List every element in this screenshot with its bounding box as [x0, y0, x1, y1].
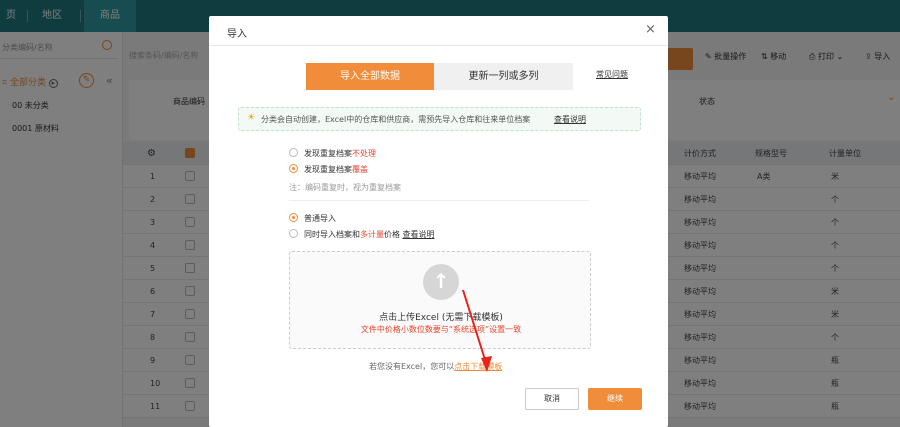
no-excel-text: 若您没有Excel，您可以 — [369, 362, 455, 371]
option-text: 发现重复档案 — [304, 165, 352, 174]
continue-button[interactable]: 继续 — [588, 388, 642, 410]
radio-normal-import[interactable] — [289, 213, 298, 222]
option-text: 价格 — [384, 230, 400, 239]
upload-arrow-icon: ↑ — [423, 264, 459, 300]
radio-multi-unit-import[interactable] — [289, 229, 298, 238]
dialog-title: 导入 — [227, 29, 247, 40]
close-icon[interactable]: × — [645, 22, 656, 37]
tab-update-columns[interactable]: 更新一列或多列 — [434, 63, 573, 90]
dialog-header: 导入 × — [209, 16, 668, 46]
radio-dup-overwrite[interactable] — [289, 164, 298, 173]
upload-title: 点击上传Excel (无需下载模板) — [379, 313, 503, 323]
notice-view-link[interactable]: 查看说明 — [554, 114, 586, 125]
cancel-button[interactable]: 取消 — [525, 388, 579, 410]
annotation-arrow — [462, 289, 492, 372]
upload-dropzone[interactable]: ↑ 点击上传Excel (无需下载模板) 文件中价格小数位数要与“系统选项”设置… — [289, 251, 591, 349]
tab-import-all[interactable]: 导入全部数据 — [306, 63, 434, 90]
option-highlight: 多计量 — [360, 230, 384, 239]
radio-dup-skip[interactable] — [289, 148, 298, 157]
multi-unit-view-link[interactable]: 查看说明 — [403, 230, 435, 239]
option-highlight: 不处理 — [352, 149, 376, 158]
option-text: 发现重复档案 — [304, 149, 352, 158]
lightbulb-icon: ☀ — [247, 113, 256, 123]
notice-text: 分类会自动创建，Excel中的仓库和供应商，需预先导入仓库和往来单位档案 — [261, 115, 531, 124]
dup-note: 注：编码重复时，视为重复档案 — [289, 183, 401, 192]
option-text: 普通导入 — [304, 214, 336, 223]
divider — [289, 200, 589, 201]
faq-link[interactable]: 常见问题 — [596, 69, 628, 80]
import-dialog: 导入 × 导入全部数据 更新一列或多列 常见问题 ☀ 分类会自动创建，Excel… — [209, 16, 668, 427]
option-highlight: 覆盖 — [352, 165, 368, 174]
option-text: 同时导入档案和 — [304, 230, 360, 239]
notice-banner: ☀ 分类会自动创建，Excel中的仓库和供应商，需预先导入仓库和往来单位档案 查… — [238, 107, 641, 131]
upload-hint: 文件中价格小数位数要与“系统选项”设置一致 — [360, 325, 522, 334]
